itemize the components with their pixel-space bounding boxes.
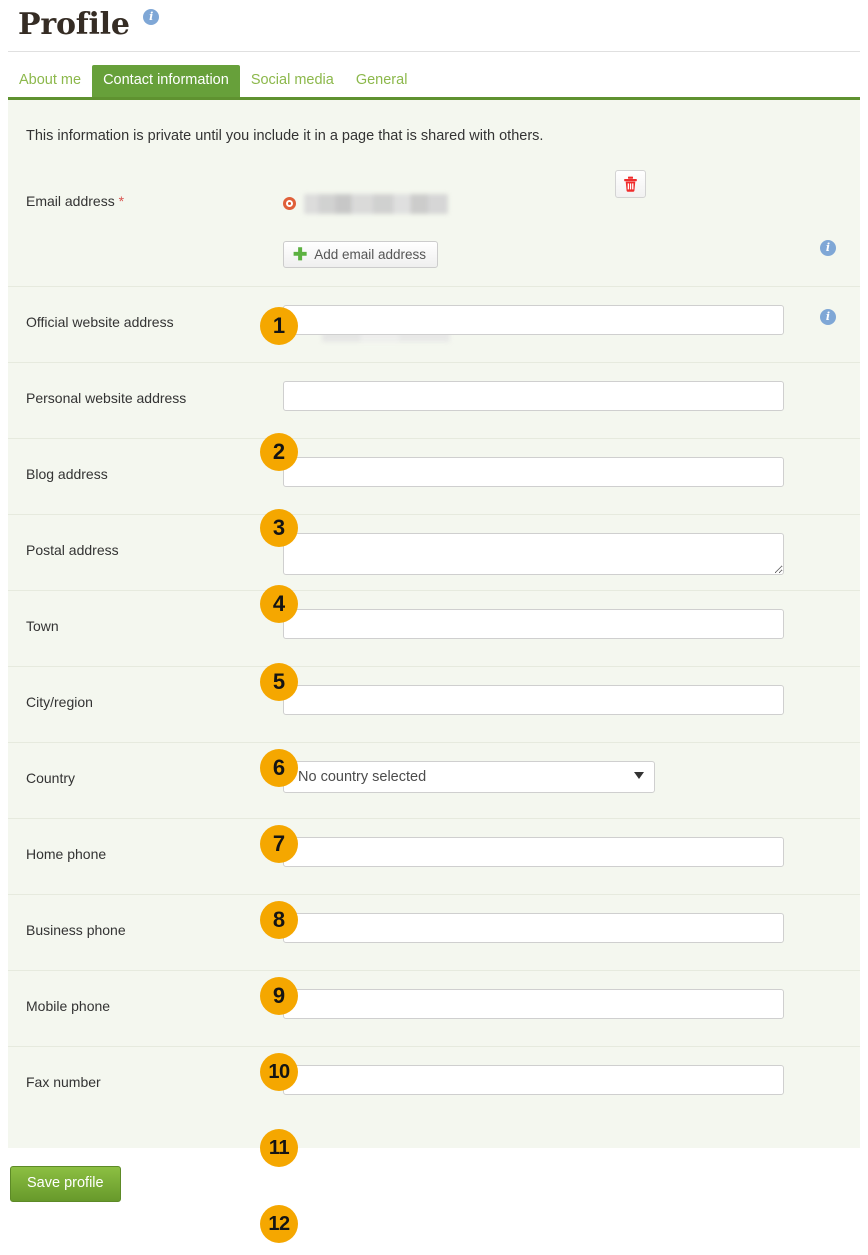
step-badge-10: 10 [260, 1053, 298, 1091]
required-marker: * [118, 193, 125, 209]
country-select[interactable]: No country selected [283, 761, 655, 793]
page-header: Profile i [8, 0, 860, 52]
input-field-7[interactable] [283, 837, 784, 867]
add-email-address-label: Add email address [314, 247, 427, 262]
step-badge-12: 12 [260, 1205, 298, 1243]
step-badge-11: 11 [260, 1129, 298, 1167]
save-profile-button[interactable]: Save profile [10, 1166, 121, 1202]
form-row-mobile-phone: Mobile phone [8, 970, 860, 1046]
form-row-town: Town [8, 590, 860, 666]
form-row-business-phone: Business phone [8, 894, 860, 970]
step-badge-7: 7 [260, 825, 298, 863]
input-field-4[interactable] [283, 609, 784, 639]
form-row-home-phone: Home phone [8, 818, 860, 894]
tab-about-me[interactable]: About me [8, 65, 92, 97]
step-badge-9: 9 [260, 977, 298, 1015]
input-field-9[interactable] [283, 989, 784, 1019]
add-email-address-button[interactable]: ✚ Add email address [283, 241, 439, 268]
label-field-6: Country [26, 770, 76, 786]
profile-tabs: About me Contact information Social media G… [8, 65, 860, 97]
profile-page: Profile i About me Contact information Soc… [0, 0, 868, 1255]
control-field-8 [283, 895, 860, 943]
form-row-personal-website-address: Personal website address [8, 362, 860, 438]
form-row-email-address: Email address * ✚ Add email address i [8, 168, 860, 286]
control-field-9 [283, 971, 860, 1019]
step-badge-6: 6 [260, 749, 298, 787]
field-0-info-icon[interactable]: i [820, 309, 836, 325]
contact-information-panel: This information is private until you in… [8, 97, 860, 1243]
step-badge-3: 3 [260, 509, 298, 547]
input-field-5[interactable] [283, 685, 784, 715]
input-field-10[interactable] [283, 1065, 784, 1095]
primary-email-radio[interactable] [283, 197, 296, 210]
control-field-0: i [283, 287, 860, 335]
label-field-0: Official website address [26, 314, 174, 330]
step-badge-2: 2 [260, 433, 298, 471]
label-field-10: Fax number [26, 1074, 101, 1090]
step-badge-8: 8 [260, 901, 298, 939]
label-field-3: Postal address [26, 542, 119, 558]
form-row-city-region: City/region [8, 666, 860, 742]
label-email-address: Email address * [8, 168, 283, 210]
input-field-2[interactable] [283, 457, 784, 487]
label-field-1: Personal website address [26, 390, 187, 406]
form-row-official-website-address: Official website address i [8, 286, 860, 362]
form-footer: Save profile 13 [0, 1148, 868, 1226]
select-wrapper-field-6: No country selected [283, 761, 655, 793]
control-field-2 [283, 439, 860, 487]
control-field-6: No country selected [283, 743, 860, 793]
form-row-postal-address: Postal address [8, 514, 860, 590]
email-address-info-icon[interactable]: i [820, 240, 836, 256]
step-badge-1: 1 [260, 307, 298, 345]
control-field-5 [283, 667, 860, 715]
form-row-country: Country No country selected [8, 742, 860, 818]
label-field-4: Town [26, 618, 59, 634]
label-email-address-text: Email address [26, 193, 115, 209]
tab-general[interactable]: General [345, 65, 419, 97]
step-badge-4: 4 [260, 585, 298, 623]
page-title: Profile [18, 7, 130, 42]
form-row-fax-number: Fax number [8, 1046, 860, 1122]
control-field-7 [283, 819, 860, 867]
input-field-1[interactable] [283, 381, 784, 411]
privacy-note: This information is private until you in… [26, 128, 544, 144]
tab-contact-information[interactable]: Contact information [92, 65, 240, 97]
control-field-1 [283, 363, 860, 411]
email-address-entry [283, 170, 860, 218]
label-field-8: Business phone [26, 922, 126, 938]
label-field-7: Home phone [26, 846, 107, 862]
form-rows: Official website address i Personal websit… [8, 286, 860, 1122]
plus-icon: ✚ [293, 244, 308, 264]
trash-icon [624, 176, 637, 192]
tab-social-media[interactable]: Social media [240, 65, 345, 97]
form-row-blog-address: Blog address [8, 438, 860, 514]
control-field-10 [283, 1047, 860, 1095]
input-field-0[interactable] [283, 305, 784, 335]
control-field-4 [283, 591, 860, 639]
label-field-2: Blog address [26, 466, 108, 482]
control-field-3 [283, 515, 860, 575]
page-title-info-icon[interactable]: i [143, 9, 160, 25]
label-field-5: City/region [26, 694, 93, 710]
control-email-address: ✚ Add email address i [283, 168, 860, 268]
email-address-value [304, 193, 448, 214]
input-field-3[interactable] [283, 533, 784, 575]
delete-email-button[interactable] [615, 170, 646, 198]
step-badge-5: 5 [260, 663, 298, 701]
label-field-9: Mobile phone [26, 998, 111, 1014]
input-field-8[interactable] [283, 913, 784, 943]
